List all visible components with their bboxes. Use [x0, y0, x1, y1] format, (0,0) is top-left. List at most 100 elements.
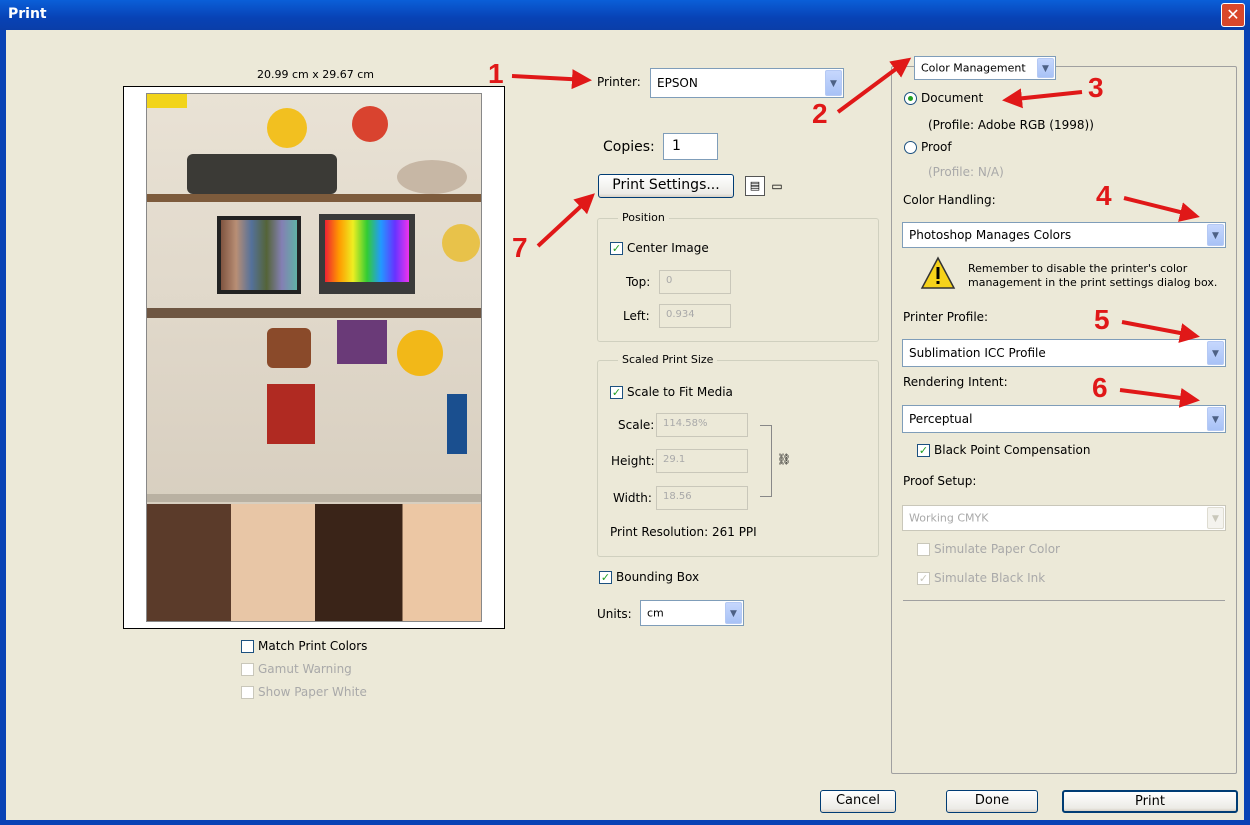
copies-input[interactable]: 1	[663, 133, 718, 160]
match-print-colors-checkbox[interactable]	[241, 640, 254, 653]
gamut-warning-checkbox	[241, 663, 254, 676]
annotation-1: 1	[488, 58, 504, 89]
combo-arrow-icon: ▼	[1207, 341, 1224, 365]
page-setup-icon[interactable]: ▤	[745, 176, 765, 196]
combo-arrow-icon: ▼	[1207, 407, 1224, 431]
units-select[interactable]: cm ▼	[640, 600, 744, 626]
shelf	[147, 308, 481, 318]
scaled-print-size-title: Scaled Print Size	[618, 353, 718, 366]
width-input: 18.56	[656, 486, 748, 510]
bounding-box-label: Bounding Box	[616, 570, 700, 584]
color-handling-select[interactable]: Photoshop Manages Colors ▼	[902, 222, 1226, 248]
color-warning-text: Remember to disable the printer's color …	[968, 262, 1218, 289]
proof-profile: (Profile: N/A)	[928, 165, 1004, 179]
window-title: Print	[8, 6, 47, 22]
preview-image	[146, 93, 482, 622]
printer-profile-select[interactable]: Sublimation ICC Profile ▼	[902, 339, 1226, 367]
simulate-paper-color-label: Simulate Paper Color	[934, 542, 1060, 556]
camera-bag-object	[267, 328, 311, 368]
scale-input: 114.58%	[656, 413, 748, 437]
flower-object	[352, 106, 388, 142]
proof-setup-select: Working CMYK ▼	[902, 505, 1226, 531]
proof-setup-label: Proof Setup:	[903, 474, 977, 488]
combo-arrow-icon: ▼	[1037, 58, 1054, 78]
printer-profile-value: Sublimation ICC Profile	[909, 346, 1046, 360]
print-button[interactable]: Print	[1062, 790, 1238, 813]
printer-value: EPSON	[657, 76, 698, 90]
color-handling-value: Photoshop Manages Colors	[909, 228, 1072, 242]
document-profile: (Profile: Adobe RGB (1998))	[928, 118, 1094, 132]
document-label: Document	[921, 91, 984, 105]
clock-object	[267, 108, 307, 148]
cancel-button[interactable]: Cancel	[820, 790, 896, 813]
show-paper-white-checkbox	[241, 686, 254, 699]
printer-label: Printer:	[597, 75, 641, 89]
print-settings-button[interactable]: Print Settings...	[598, 174, 734, 198]
combo-arrow-icon: ▼	[825, 70, 842, 96]
portraits-strip	[147, 504, 481, 621]
annotation-5: 5	[1094, 304, 1110, 335]
annotation-6: 6	[1092, 372, 1108, 403]
annotation-4: 4	[1096, 180, 1112, 211]
annotation-7: 7	[512, 232, 528, 263]
annotation-2: 2	[812, 98, 828, 129]
position-title: Position	[618, 211, 669, 224]
show-paper-white-label: Show Paper White	[258, 685, 367, 699]
printer-select[interactable]: EPSON ▼	[650, 68, 844, 98]
rendering-intent-select[interactable]: Perceptual ▼	[902, 405, 1226, 433]
print-preview	[123, 86, 505, 629]
proof-radio[interactable]	[904, 141, 917, 154]
scale-to-fit-checkbox[interactable]: ✓	[610, 386, 623, 399]
window-frame-right	[1244, 30, 1250, 825]
shelf	[147, 194, 481, 202]
shelf	[147, 494, 481, 502]
units-label: Units:	[597, 607, 632, 621]
arrow-7	[536, 193, 595, 248]
done-button[interactable]: Done	[946, 790, 1038, 813]
color-management-select[interactable]: Color Management ▼	[914, 56, 1056, 80]
monitor-test-chart	[319, 214, 415, 294]
combo-arrow-icon: ▼	[1207, 507, 1224, 529]
simulate-black-ink-checkbox: ✓	[917, 572, 930, 585]
annotation-3: 3	[1088, 72, 1104, 103]
copies-label: Copies:	[603, 139, 655, 155]
proof-setup-value: Working CMYK	[909, 511, 989, 525]
proof-label: Proof	[921, 140, 952, 154]
printer-profile-label: Printer Profile:	[903, 310, 989, 324]
gears-object	[187, 154, 337, 194]
black-point-compensation-label: Black Point Compensation	[934, 443, 1091, 457]
document-radio[interactable]	[904, 92, 917, 105]
scale-label: Scale:	[618, 418, 655, 432]
height-label: Height:	[611, 454, 655, 468]
red-box-object	[267, 384, 315, 444]
close-icon[interactable]: ✕	[1221, 3, 1245, 27]
disc-object	[442, 224, 480, 262]
title-bar	[0, 0, 1250, 30]
color-management-value: Color Management	[921, 61, 1026, 75]
gamut-warning-label: Gamut Warning	[258, 662, 352, 676]
frame-object	[337, 320, 387, 364]
simulate-paper-color-checkbox	[917, 543, 930, 556]
top-label: Top:	[626, 275, 651, 289]
window-frame-bottom	[0, 820, 1250, 825]
bounding-box-checkbox[interactable]: ✓	[599, 571, 612, 584]
blue-vase-object	[447, 394, 467, 454]
link-chain-icon[interactable]: ⛓	[777, 453, 791, 467]
link-bracket	[760, 425, 772, 497]
warning-icon	[920, 256, 956, 290]
rendering-intent-label: Rendering Intent:	[903, 375, 1008, 389]
top-input: 0	[659, 270, 731, 294]
label-strip	[147, 94, 187, 108]
width-label: Width:	[613, 491, 652, 505]
sunflower-object	[397, 330, 443, 376]
combo-arrow-icon: ▼	[725, 602, 742, 624]
rendering-intent-value: Perceptual	[909, 412, 973, 426]
page-orientation-icon[interactable]: ▭	[769, 178, 785, 194]
scale-to-fit-label: Scale to Fit Media	[627, 385, 733, 399]
center-image-checkbox[interactable]: ✓	[610, 242, 623, 255]
black-point-compensation-checkbox[interactable]: ✓	[917, 444, 930, 457]
cds-object	[397, 160, 467, 194]
center-image-label: Center Image	[627, 241, 709, 255]
combo-arrow-icon: ▼	[1207, 224, 1224, 246]
left-label: Left:	[623, 309, 650, 323]
